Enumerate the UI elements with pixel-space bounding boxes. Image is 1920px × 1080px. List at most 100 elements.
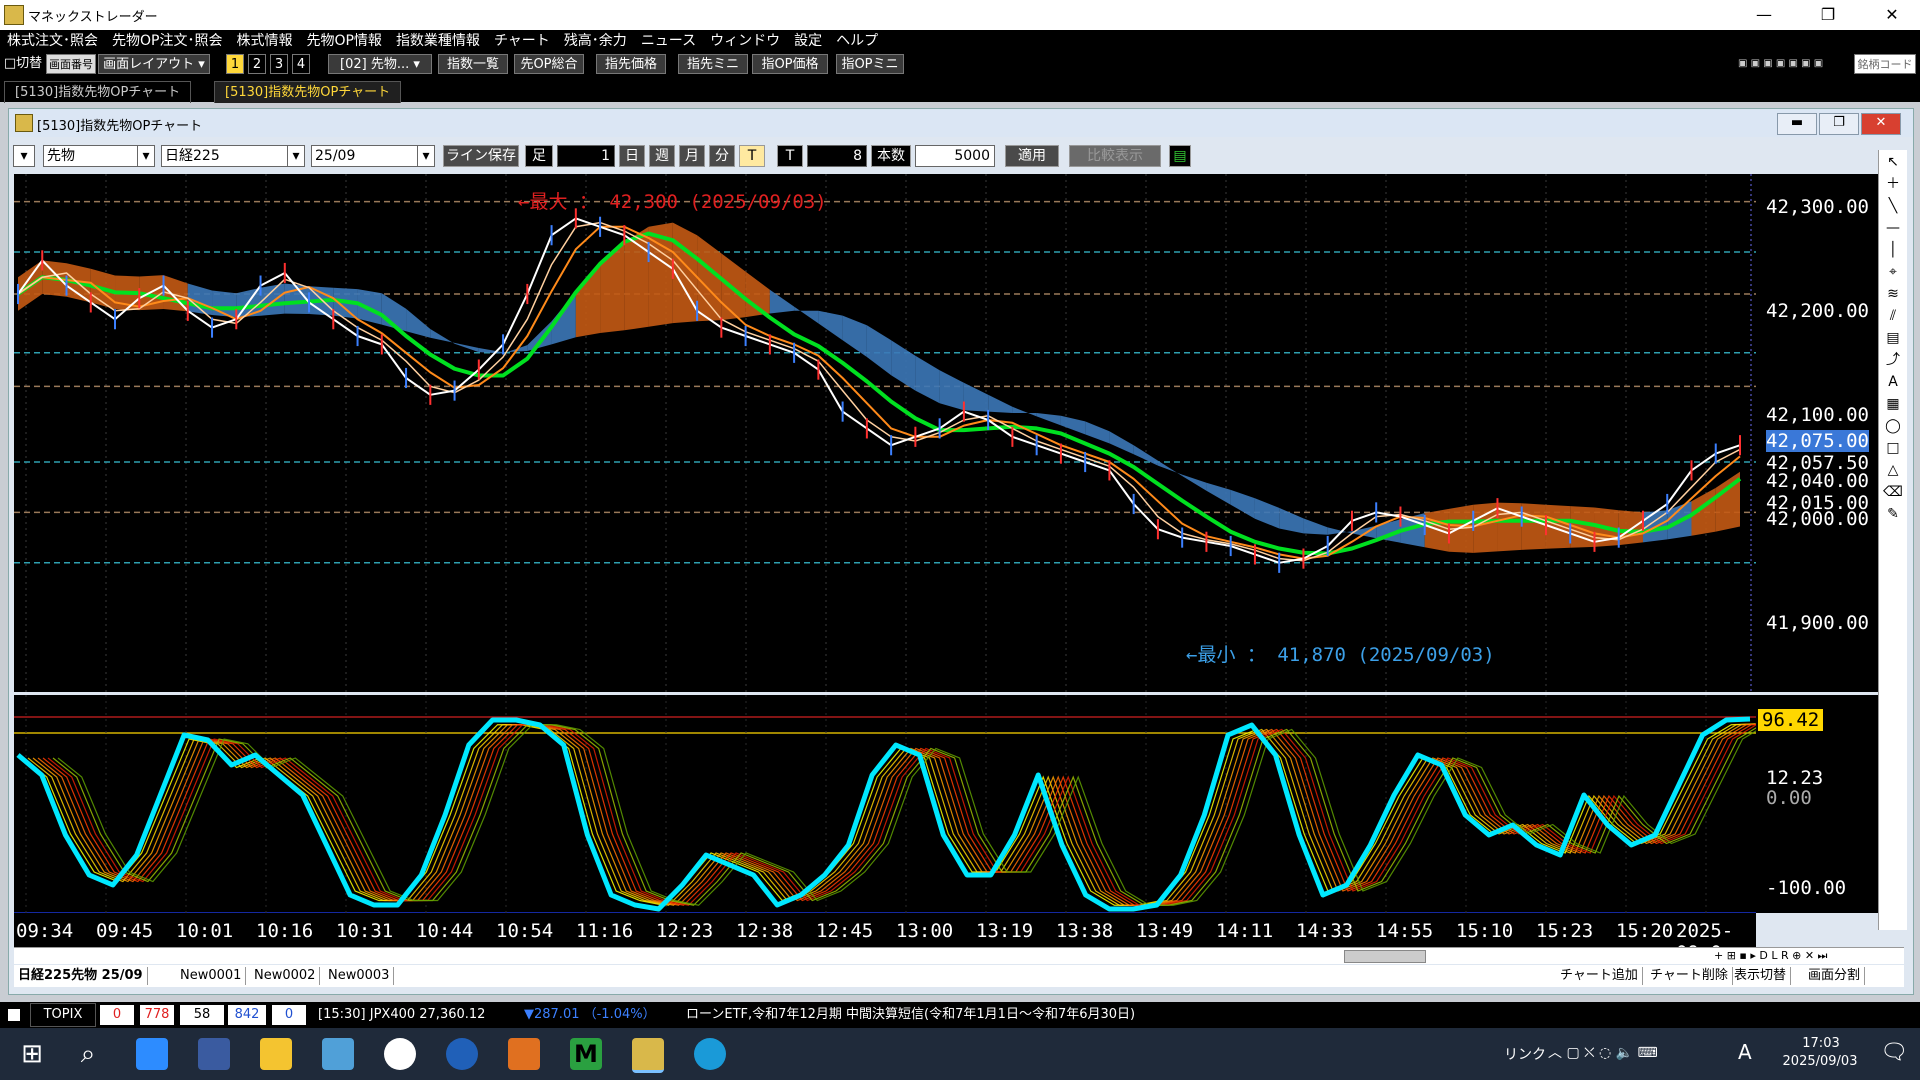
chart-close-icon[interactable]: ✕ [1861, 113, 1901, 135]
text-tool-icon[interactable]: A [1883, 372, 1903, 392]
toolbar-button[interactable]: 指数一覧 [438, 54, 508, 74]
app-icon-3[interactable] [508, 1038, 540, 1070]
edge-icon[interactable] [694, 1038, 726, 1070]
toggle-display-button[interactable]: 表示切替 [1730, 967, 1792, 985]
ticker-news[interactable]: ローンETF,令和7年12月期 中間決算短信(令和7年1月1日～令和7年6月30… [686, 1002, 1135, 1028]
toolbar-button[interactable]: 指OPミニ [836, 54, 904, 74]
copilot-icon[interactable] [136, 1038, 168, 1070]
type-select[interactable]: 先物 ▾ [43, 145, 155, 167]
page-button-4[interactable]: 4 [292, 54, 310, 74]
period-month-button[interactable]: 月 [679, 145, 705, 167]
menu-item[interactable]: 先物OP注文･照会 [105, 30, 229, 52]
tab-chart-2[interactable]: [5130]指数先物OPチャート [214, 81, 402, 103]
close-icon[interactable]: ✕ [1864, 0, 1920, 30]
ime-indicator[interactable]: A [1738, 1040, 1752, 1064]
channel-tool-icon[interactable]: ⫽ [1883, 306, 1903, 326]
page-button-1[interactable]: 1 [226, 54, 244, 74]
search-icon[interactable]: ⌕ [72, 1038, 104, 1070]
menu-item[interactable]: ヘルプ [829, 30, 885, 52]
page-button-2[interactable]: 2 [248, 54, 266, 74]
cursor-tool-icon[interactable]: ↖ [1883, 152, 1903, 172]
clock-time[interactable]: 17:03 [1786, 1036, 1856, 1051]
apply-button[interactable]: 適用 [1005, 145, 1059, 167]
line-save-button[interactable]: ライン保存 [443, 145, 519, 167]
zoom-controls-icons[interactable]: + ⊞ ▪ ▸ D L R ⊕ ✕ ⏭ [1714, 949, 1827, 963]
series-tab[interactable]: New0003 [324, 967, 395, 985]
switch-button[interactable]: □切替 [2, 54, 44, 74]
period-week-button[interactable]: 週 [649, 145, 675, 167]
app-icon-1[interactable] [198, 1038, 230, 1070]
tray-link-label[interactable]: リンク [1504, 1044, 1546, 1064]
notification-icon[interactable]: 🗨 [1880, 1040, 1908, 1065]
menu-item[interactable]: ニュース [634, 30, 703, 52]
retrace-tool-icon[interactable]: ⤴ [1883, 350, 1903, 370]
window-tool-icons[interactable]: ▣ ▣ ▣ ▣ ▣ ▣ ▣ [1738, 54, 1848, 74]
restore-icon[interactable]: ❐ [1800, 0, 1856, 30]
clock-app-icon[interactable] [384, 1038, 416, 1070]
chart-minimize-icon[interactable]: ▬ [1777, 113, 1817, 135]
delete-chart-button[interactable]: チャート削除 [1646, 967, 1733, 985]
split-screen-button[interactable]: 画面分割 [1804, 967, 1866, 985]
toolbar-button[interactable]: 指先ミニ [678, 54, 748, 74]
ticker-index[interactable]: TOPIX [30, 1003, 96, 1027]
period-minute-button[interactable]: 分 [709, 145, 735, 167]
menu-item[interactable]: 指数業種情報 [389, 30, 487, 52]
monex-trader-icon[interactable] [632, 1038, 664, 1073]
layout-dropdown[interactable]: 画面レイアウト ▾ [98, 54, 210, 74]
chart-scrollbar[interactable]: + ⊞ ▪ ▸ D L R ⊕ ✕ ⏭ [14, 947, 1904, 964]
screen-number-input[interactable]: 画面番号 [46, 54, 96, 74]
rect-tool-icon[interactable]: □ [1883, 438, 1903, 458]
menu-item[interactable]: 株式注文･照会 [0, 30, 105, 52]
fib-tool-icon[interactable]: ≋ [1883, 284, 1903, 304]
compare-button[interactable]: 比較表示 [1069, 145, 1161, 167]
oscillator-pane[interactable] [14, 695, 1756, 913]
minimize-icon[interactable]: — [1736, 0, 1792, 30]
indicator-settings-icon[interactable]: ▤ [1169, 145, 1191, 167]
menu-item[interactable]: ウィンドウ [703, 30, 787, 52]
page-button-3[interactable]: 3 [270, 54, 288, 74]
eraser-tool-icon[interactable]: ⌫ [1883, 482, 1903, 502]
menu-item[interactable]: 株式情報 [229, 30, 299, 52]
bar-value-input[interactable]: 1 [557, 145, 615, 167]
triangle-tool-icon[interactable]: △ [1883, 460, 1903, 480]
pin-tool-icon[interactable]: ⌖ [1883, 262, 1903, 282]
table-tool-icon[interactable]: ▦ [1883, 394, 1903, 414]
menu-item[interactable]: 残高･余力 [557, 30, 634, 52]
toolbar-button[interactable]: 先OP総合 [514, 54, 584, 74]
series-tab[interactable]: New0001 [176, 967, 247, 985]
scroll-thumb[interactable] [1344, 950, 1426, 963]
menu-item[interactable]: 設定 [787, 30, 829, 52]
menu-dropdown-icon[interactable]: ▾ [13, 145, 35, 167]
preset-dropdown[interactable]: [02] 先物... ▾ [328, 54, 432, 74]
file-explorer-icon[interactable] [260, 1038, 292, 1070]
crosshair-tool-icon[interactable]: ＋ [1883, 174, 1903, 194]
monex-m-icon[interactable]: M [570, 1038, 602, 1070]
menu-item[interactable]: チャート [487, 30, 557, 52]
ellipse-tool-icon[interactable]: ◯ [1883, 416, 1903, 436]
trendline-tool-icon[interactable]: ╲ [1883, 196, 1903, 216]
index-select[interactable]: 日経225 ▾ [161, 145, 305, 167]
series-tab[interactable]: New0002 [250, 967, 321, 985]
series-tab-active[interactable]: 日経225先物 25/09 [14, 967, 148, 985]
contract-select[interactable]: 25/09 ▾ [311, 145, 435, 167]
vline-tool-icon[interactable]: │ [1883, 240, 1903, 260]
clock-date[interactable]: 2025/09/03 [1772, 1054, 1868, 1069]
stock-code-input[interactable]: 銘柄コード [1854, 54, 1916, 74]
hline-tool-icon[interactable]: — [1883, 218, 1903, 238]
mt4-icon[interactable] [446, 1038, 478, 1070]
tab-chart-1[interactable]: [5130]指数先物OPチャート [4, 81, 192, 103]
period-day-button[interactable]: 日 [619, 145, 645, 167]
tick-value-input[interactable]: 8 [807, 145, 867, 167]
price-chart-pane[interactable]: ←最大 ： 42,300 (2025/09/03) ←最小 ： 41,870 (… [14, 174, 1756, 692]
toolbar-button[interactable]: 指先価格 [596, 54, 666, 74]
start-icon[interactable]: ⊞ [16, 1038, 48, 1070]
box-tool-icon[interactable]: ▤ [1883, 328, 1903, 348]
clear-tool-icon[interactable]: ✎ [1883, 504, 1903, 524]
tray-icons[interactable]: ︿ ▢ ⛌ ◌ 🔈 ⌨ [1548, 1042, 1658, 1062]
menu-item[interactable]: 先物OP情報 [299, 30, 388, 52]
app-icon-2[interactable] [322, 1038, 354, 1070]
count-value-input[interactable]: 5000 [915, 145, 995, 167]
period-tick-button[interactable]: T [739, 145, 765, 167]
toolbar-button[interactable]: 指OP価格 [752, 54, 828, 74]
add-chart-button[interactable]: チャート追加 [1556, 967, 1643, 985]
